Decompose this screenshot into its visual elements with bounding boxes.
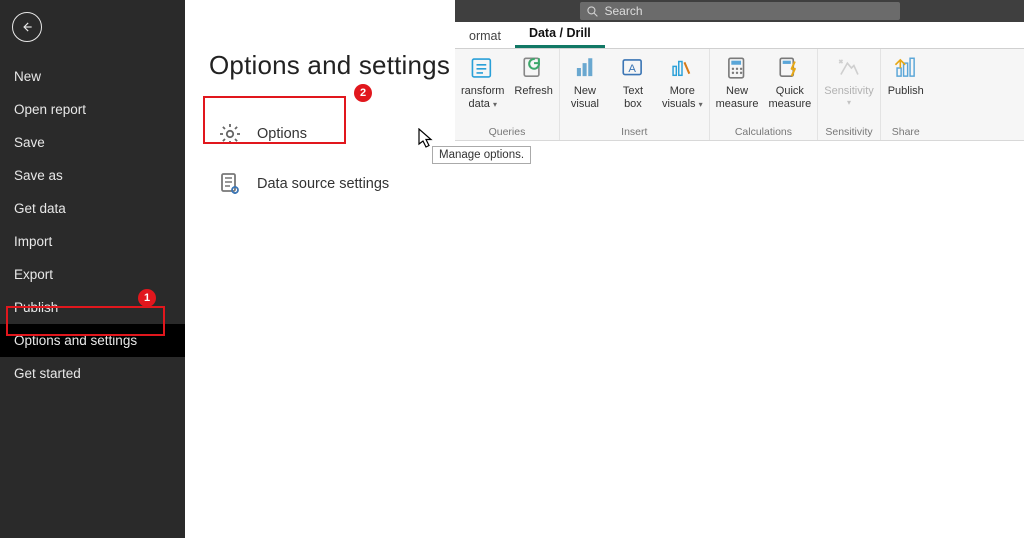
ribbon-group-queries: ransform data ▾ Refresh Queries <box>455 49 560 140</box>
publish-icon <box>891 53 921 83</box>
back-button[interactable] <box>12 12 42 42</box>
new-measure-button[interactable]: New measure <box>716 53 759 110</box>
chevron-down-icon: ▾ <box>699 100 703 109</box>
ribbon-group-share: Publish Share <box>881 49 931 140</box>
data-source-settings-row[interactable]: Data source settings <box>209 159 455 209</box>
menu-item-publish[interactable]: Publish <box>0 291 185 324</box>
group-label-insert: Insert <box>621 124 647 138</box>
menu-item-open-report[interactable]: Open report <box>0 93 185 126</box>
data-source-settings-icon <box>217 171 243 197</box>
group-label-calculations: Calculations <box>735 124 792 138</box>
title-bar: Search <box>455 0 1024 22</box>
menu-item-save-as[interactable]: Save as <box>0 159 185 192</box>
text-box-button[interactable]: A Text box <box>614 53 652 110</box>
more-visuals-icon <box>667 53 697 83</box>
transform-data-button[interactable]: ransform data ▾ <box>461 53 504 110</box>
ribbon-group-insert: New visual A Text box More visuals ▾ Ins… <box>560 49 710 140</box>
menu-item-save[interactable]: Save <box>0 126 185 159</box>
menu-item-options-and-settings[interactable]: Options and settings <box>0 324 185 357</box>
sensitivity-button: Sensitivity ▾ <box>824 53 874 107</box>
search-icon <box>586 5 599 18</box>
search-box[interactable]: Search <box>580 2 900 20</box>
transform-data-icon <box>468 53 498 83</box>
tab-data-drill[interactable]: Data / Drill <box>515 21 605 48</box>
chevron-down-icon: ▾ <box>493 100 497 109</box>
svg-text:A: A <box>628 63 636 75</box>
publish-button[interactable]: Publish <box>887 53 925 110</box>
ribbon-body: ransform data ▾ Refresh Queries New visu… <box>455 49 1024 141</box>
ribbon-group-sensitivity: Sensitivity ▾ Sensitivity <box>818 49 881 140</box>
group-label-queries: Queries <box>489 124 526 138</box>
text-box-icon: A <box>618 53 648 83</box>
tab-format[interactable]: ormat <box>455 24 515 48</box>
ribbon-group-calculations: New measure Quick measure Calculations <box>710 49 819 140</box>
file-menu-sidebar: New Open report Save Save as Get data Im… <box>0 0 185 538</box>
options-and-settings-panel: Options and settings Options Data source… <box>185 0 455 538</box>
sensitivity-icon <box>834 53 864 83</box>
refresh-button[interactable]: Refresh <box>514 53 553 110</box>
menu-item-get-data[interactable]: Get data <box>0 192 185 225</box>
options-label: Options <box>257 126 307 142</box>
canvas-area <box>455 141 1024 538</box>
data-source-settings-label: Data source settings <box>257 176 389 192</box>
group-label-sensitivity: Sensitivity <box>825 124 872 138</box>
refresh-icon <box>519 53 549 83</box>
new-visual-button[interactable]: New visual <box>566 53 604 110</box>
new-measure-icon <box>722 53 752 83</box>
menu-item-new[interactable]: New <box>0 60 185 93</box>
chevron-down-icon: ▾ <box>847 98 851 107</box>
search-placeholder: Search <box>605 5 643 17</box>
quick-measure-button[interactable]: Quick measure <box>768 53 811 110</box>
group-label-share: Share <box>892 124 920 138</box>
menu-item-export[interactable]: Export <box>0 258 185 291</box>
menu-item-import[interactable]: Import <box>0 225 185 258</box>
options-row[interactable]: Options <box>209 109 455 159</box>
ribbon-tabs: ormat Data / Drill <box>455 22 1024 49</box>
panel-title: Options and settings <box>209 50 455 81</box>
menu-item-get-started[interactable]: Get started <box>0 357 185 390</box>
more-visuals-button[interactable]: More visuals ▾ <box>662 53 703 110</box>
gear-icon <box>217 121 243 147</box>
arrow-left-icon <box>20 20 34 34</box>
new-visual-icon <box>570 53 600 83</box>
quick-measure-icon <box>775 53 805 83</box>
